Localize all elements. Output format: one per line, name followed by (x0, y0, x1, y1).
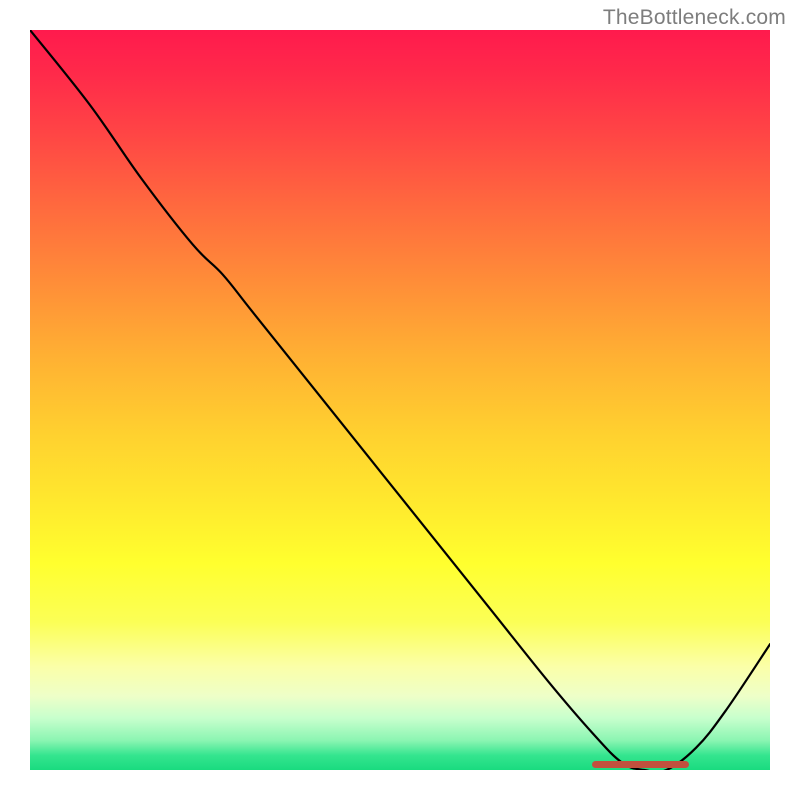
curve-svg (30, 30, 770, 770)
optimal-range-marker (592, 761, 688, 769)
plot-area (30, 30, 770, 770)
watermark-text: TheBottleneck.com (603, 6, 786, 30)
bottleneck-chart: TheBottleneck.com (0, 0, 800, 800)
bottleneck-curve-line (30, 30, 770, 770)
